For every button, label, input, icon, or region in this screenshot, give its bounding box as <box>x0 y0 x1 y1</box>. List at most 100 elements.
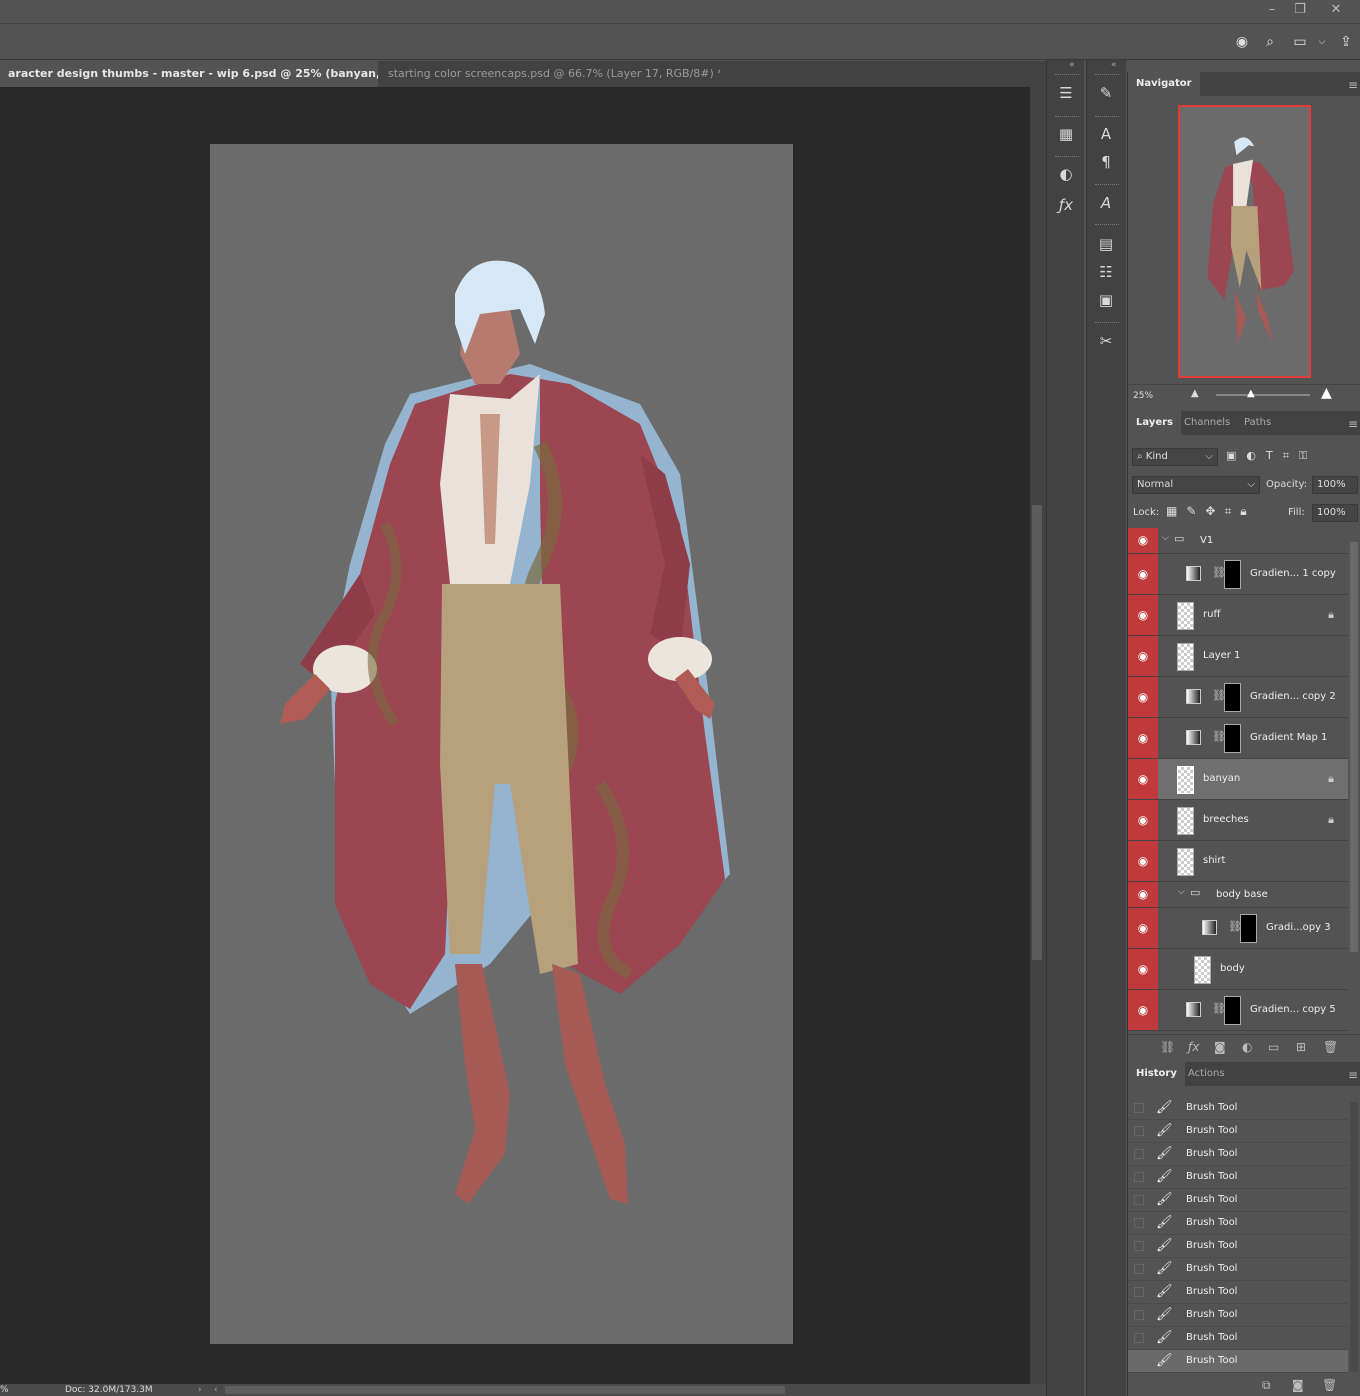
history-item[interactable]: 🖌︎ Brush Tool <box>1128 1189 1348 1212</box>
tab-navigator[interactable]: Navigator <box>1128 72 1200 96</box>
tab-paths[interactable]: Paths <box>1236 411 1279 435</box>
zoom-readout[interactable]: % <box>0 1384 9 1396</box>
paragraph-icon[interactable]: ¶ <box>1094 151 1118 173</box>
snapshot-icon[interactable]: ◙ <box>1292 1374 1304 1396</box>
glyphs-icon[interactable]: A <box>1094 192 1118 214</box>
snapshot-checkbox[interactable] <box>1134 1264 1144 1274</box>
visibility-eye-icon[interactable]: ◉ <box>1128 636 1158 676</box>
character-icon[interactable]: A <box>1094 123 1118 145</box>
history-scrollbar[interactable] <box>1350 1102 1358 1372</box>
layer-group-v1[interactable]: ◉ ⌵ ▭ V1 <box>1128 528 1348 554</box>
filter-icons[interactable]: ▣◐T⌗⚿ <box>1226 449 1317 463</box>
tab-history[interactable]: History <box>1128 1062 1185 1086</box>
chevron-down-icon[interactable]: ⌵ <box>1162 533 1169 543</box>
snapshot-checkbox[interactable] <box>1134 1356 1144 1366</box>
zoom-slider[interactable] <box>1216 394 1310 396</box>
tab-actions[interactable]: Actions <box>1180 1062 1233 1086</box>
layer-gradient-copy-5[interactable]: ◉ ⛓ Gradien... copy 5 <box>1128 990 1348 1031</box>
snapshot-checkbox[interactable] <box>1134 1287 1144 1297</box>
history-item[interactable]: 🖌︎ Brush Tool <box>1128 1212 1348 1235</box>
snapshot-checkbox[interactable] <box>1134 1218 1144 1228</box>
snapshot-checkbox[interactable] <box>1134 1310 1144 1320</box>
close-button[interactable]: ✕ <box>1320 0 1352 22</box>
link-layers-icon[interactable]: ⛓ <box>1160 1035 1175 1059</box>
visibility-eye-icon[interactable]: ◉ <box>1128 800 1158 840</box>
tab-starting-color[interactable]: starting color screencaps.psd @ 66.7% (L… <box>380 61 720 87</box>
layer-gradient-copy-3[interactable]: ◉ ⛓ Gradi...opy 3 <box>1128 908 1348 949</box>
new-layer-icon[interactable]: ⊞ <box>1296 1035 1306 1059</box>
history-item[interactable]: 🖌︎ Brush Tool <box>1128 1143 1348 1166</box>
panel-menu-icon[interactable]: ≡ <box>1348 78 1358 92</box>
trash-icon[interactable]: 🗑︎ <box>1323 1035 1338 1059</box>
zoom-out-icon[interactable]: ▲ <box>1191 388 1199 399</box>
chevron-down-icon[interactable]: ⌵ <box>1312 33 1332 51</box>
vertical-scroll-thumb[interactable] <box>1032 505 1042 960</box>
sliders-icon[interactable]: ☷ <box>1094 261 1118 283</box>
visibility-eye-icon[interactable]: ◉ <box>1128 949 1158 989</box>
collapse-icon[interactable]: « <box>1111 60 1117 70</box>
layers-scrollbar[interactable] <box>1350 542 1358 952</box>
opacity-field[interactable]: 100% <box>1312 476 1358 494</box>
fx-icon[interactable]: ƒx <box>1188 1035 1199 1059</box>
navigator-thumbnail[interactable] <box>1178 105 1311 378</box>
history-item[interactable]: 🖌︎ Brush Tool <box>1128 1097 1348 1120</box>
layer-breeches[interactable]: ◉ breeches 🔒︎ <box>1128 800 1348 841</box>
visibility-eye-icon[interactable]: ◉ <box>1128 554 1158 594</box>
history-item[interactable]: 🖌︎ Brush Tool <box>1128 1120 1348 1143</box>
collapse-icon[interactable]: « <box>1069 60 1075 70</box>
chevron-right-icon[interactable]: › <box>198 1384 202 1396</box>
share-icon[interactable]: ⇪ <box>1336 33 1356 51</box>
layer-gradient-1-copy[interactable]: ◉ ⛓ Gradien... 1 copy <box>1128 554 1348 595</box>
snapshot-checkbox[interactable] <box>1134 1241 1144 1251</box>
notes-icon[interactable]: ▣ <box>1094 289 1118 311</box>
history-item[interactable]: 🖌︎ Brush Tool <box>1128 1327 1348 1350</box>
navigator-zoom[interactable]: 25% <box>1133 391 1153 401</box>
fill-field[interactable]: 100% <box>1312 504 1358 522</box>
history-item[interactable]: 🖌︎ Brush Tool <box>1128 1304 1348 1327</box>
layer-gradient-map-1[interactable]: ◉ ⛓ Gradient Map 1 <box>1128 718 1348 759</box>
snapshot-checkbox[interactable] <box>1134 1126 1144 1136</box>
visibility-eye-icon[interactable]: ◉ <box>1128 718 1158 758</box>
trash-icon[interactable]: 🗑︎ <box>1322 1374 1337 1396</box>
zoom-slider-handle[interactable]: ▲ <box>1247 388 1255 399</box>
workspace-icon[interactable]: ▭ <box>1290 33 1310 51</box>
panel-menu-icon[interactable]: ≡ <box>1348 417 1358 431</box>
history-item[interactable]: 🖌︎ Brush Tool <box>1128 1350 1348 1373</box>
visibility-eye-icon[interactable]: ◉ <box>1128 990 1158 1030</box>
layer-layer-1[interactable]: ◉ Layer 1 <box>1128 636 1348 677</box>
artboard[interactable] <box>210 144 793 1344</box>
tools-icon[interactable]: ✂ <box>1094 330 1118 352</box>
snapshot-checkbox[interactable] <box>1134 1172 1144 1182</box>
snapshot-checkbox[interactable] <box>1134 1149 1144 1159</box>
add-mask-icon[interactable]: ◙ <box>1214 1035 1226 1059</box>
visibility-eye-icon[interactable]: ◉ <box>1128 595 1158 635</box>
layer-filter-kind[interactable]: ⌕ Kind ⌵ <box>1132 448 1218 466</box>
new-group-icon[interactable]: ▭ <box>1268 1035 1279 1059</box>
layer-group-body-base[interactable]: ◉ ⌵ ▭ body base <box>1128 882 1348 908</box>
tab-layers[interactable]: Layers <box>1128 411 1181 435</box>
lock-icons[interactable]: ▦✎✥⌗🔒︎ <box>1166 504 1256 519</box>
snapshot-checkbox[interactable] <box>1134 1103 1144 1113</box>
visibility-eye-icon[interactable]: ◉ <box>1128 759 1158 799</box>
properties-icon[interactable]: ☰ <box>1054 82 1078 104</box>
history-item[interactable]: 🖌︎ Brush Tool <box>1128 1235 1348 1258</box>
layer-banyan[interactable]: ◉ banyan 🔒︎ <box>1128 759 1348 800</box>
history-item[interactable]: 🖌︎ Brush Tool <box>1128 1258 1348 1281</box>
snapshot-checkbox[interactable] <box>1134 1333 1144 1343</box>
search-icon[interactable]: ⌕ <box>1260 33 1280 51</box>
brush-settings-icon[interactable]: ✎ <box>1094 82 1118 104</box>
adjustment-layer-icon[interactable]: ◐ <box>1242 1035 1252 1059</box>
visibility-eye-icon[interactable]: ◉ <box>1128 528 1158 553</box>
adjustments-icon[interactable]: ◐ <box>1054 163 1078 185</box>
new-document-icon[interactable]: ⧉ <box>1262 1374 1271 1396</box>
history-item[interactable]: 🖌︎ Brush Tool <box>1128 1166 1348 1189</box>
restore-button[interactable]: ❐ <box>1284 0 1316 22</box>
canvas-area[interactable] <box>0 87 1030 1384</box>
tab-character-design[interactable]: aracter design thumbs - master - wip 6.p… <box>0 61 378 87</box>
grid-icon[interactable]: ▦ <box>1054 123 1078 145</box>
layer-ruff[interactable]: ◉ ruff 🔒︎ <box>1128 595 1348 636</box>
layer-body[interactable]: ◉ body <box>1128 949 1348 990</box>
account-icon[interactable]: ◉ <box>1232 33 1252 51</box>
horizontal-scroll-thumb[interactable] <box>225 1386 785 1394</box>
layer-shirt[interactable]: ◉ shirt <box>1128 841 1348 882</box>
